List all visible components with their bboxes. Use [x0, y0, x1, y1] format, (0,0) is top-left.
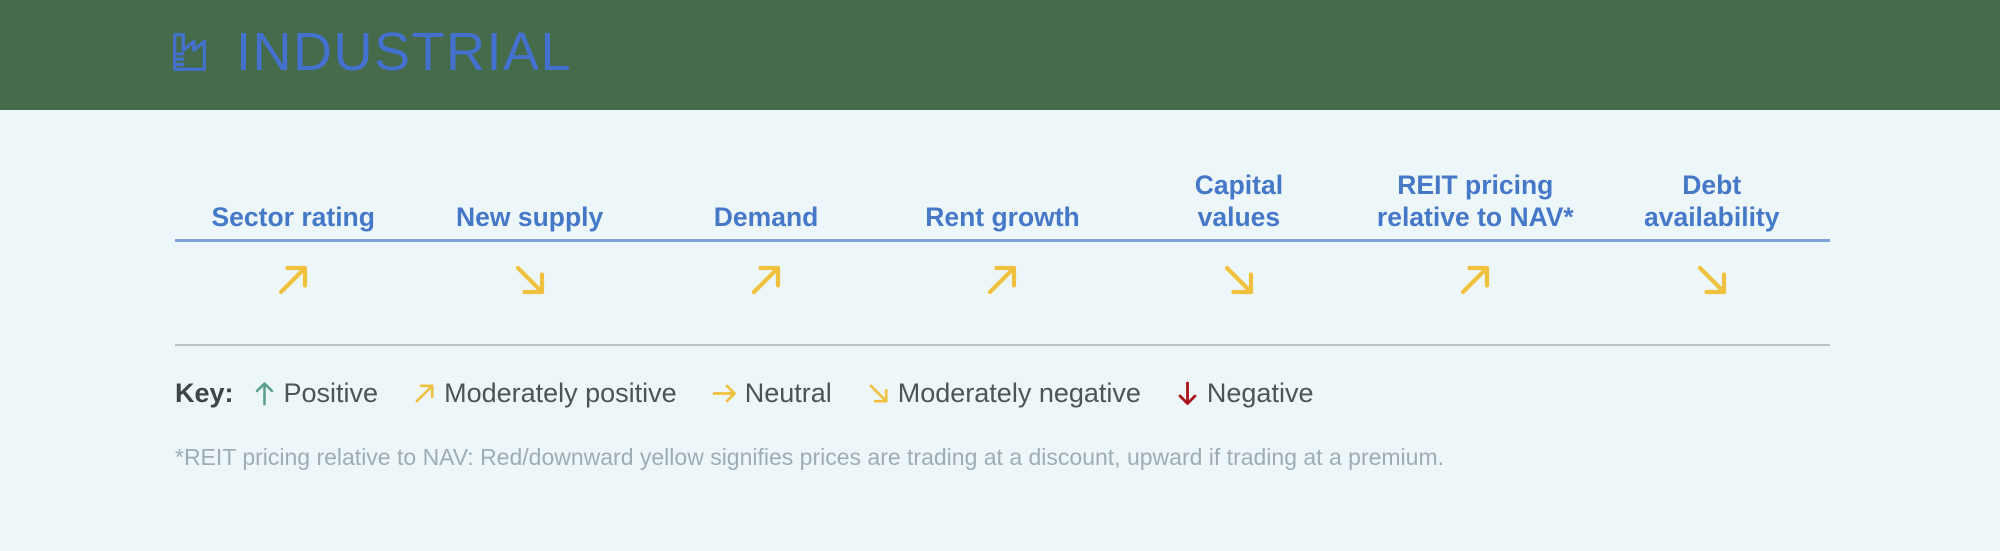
table-header-row: Sector rating New supply Demand Rent gro…	[175, 135, 1830, 233]
rating-cell-new-supply	[411, 259, 647, 301]
column-header-debt-availability: Debt availability	[1643, 170, 1780, 232]
key-legend: Key: Positive Moderately positive Neutra…	[175, 380, 1830, 407]
key-item-label: Moderately negative	[897, 378, 1141, 408]
sector-body: Sector rating New supply Demand Rent gro…	[0, 110, 2000, 551]
column-header-rent-growth: Rent growth	[925, 201, 1080, 232]
rating-cell-demand	[648, 259, 884, 301]
arrow-down-right-icon	[866, 380, 891, 407]
sector-outlook-card: INDUSTRIAL Sector rating New supply Dema…	[0, 0, 2000, 551]
column-header-sector-rating: Sector rating	[211, 201, 375, 232]
key-label: Key:	[175, 378, 234, 408]
key-item-label: Neutral	[744, 378, 832, 408]
arrow-up-right-icon	[272, 259, 314, 301]
factory-icon	[168, 29, 214, 75]
arrow-down-right-icon	[1691, 259, 1733, 301]
column-header-capital-values: Capital values	[1194, 170, 1284, 232]
rating-cell-rent-growth	[884, 259, 1120, 301]
page-title: INDUSTRIAL	[236, 22, 573, 82]
key-item-label: Positive	[283, 378, 379, 408]
key-item-moderately-negative: Moderately negative	[866, 380, 1141, 407]
key-item-negative: Negative	[1175, 378, 1314, 408]
column-header-demand: Demand	[713, 201, 819, 232]
arrow-up-right-icon	[412, 380, 437, 407]
arrow-up-right-icon	[1454, 259, 1496, 301]
arrow-down-icon	[1175, 380, 1200, 407]
key-item-moderately-positive: Moderately positive	[412, 380, 677, 407]
sector-header-content: INDUSTRIAL	[168, 25, 572, 79]
rating-cell-sector-rating	[175, 259, 411, 301]
column-header-reit-pricing: REIT pricing relative to NAV*	[1376, 170, 1574, 232]
metrics-table: Sector rating New supply Demand Rent gro…	[175, 135, 1830, 473]
key-divider	[175, 344, 1830, 346]
key-item-neutral: Neutral	[711, 380, 832, 407]
footnote: *REIT pricing relative to NAV: Red/downw…	[175, 444, 1444, 470]
arrow-down-right-icon	[509, 259, 551, 301]
arrow-up-right-icon	[745, 259, 787, 301]
key-item-label: Moderately positive	[444, 378, 677, 408]
column-header-new-supply: New supply	[456, 201, 604, 232]
arrow-right-icon	[711, 381, 738, 406]
table-rating-row	[175, 242, 1830, 318]
rating-cell-reit-pricing	[1357, 259, 1593, 301]
rating-cell-debt-availability	[1594, 259, 1830, 301]
arrow-up-right-icon	[981, 259, 1023, 301]
sector-header-band: INDUSTRIAL	[0, 0, 2000, 110]
key-item-label: Negative	[1206, 378, 1314, 408]
arrow-down-right-icon	[1218, 259, 1260, 301]
arrow-up-icon	[252, 380, 277, 407]
rating-cell-capital-values	[1121, 259, 1357, 301]
key-item-positive: Positive	[252, 378, 379, 408]
